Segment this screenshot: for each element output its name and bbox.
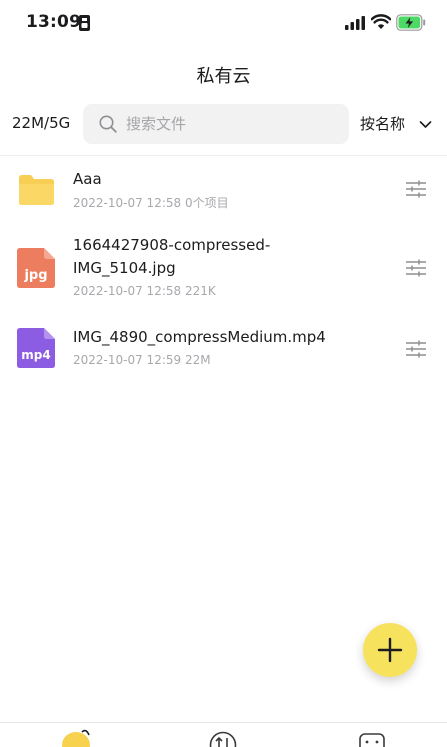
sim-card-icon: [79, 15, 90, 31]
tab-cloud[interactable]: [56, 723, 96, 747]
plus-icon: [377, 637, 403, 663]
file-meta: 2022-10-07 12:58 0个项目: [73, 196, 229, 210]
profile-tab-icon: [359, 733, 385, 747]
search-input[interactable]: [126, 104, 336, 144]
file-name: Aaa: [73, 170, 102, 188]
file-name: IMG_4890_compressMedium.mp4: [73, 328, 326, 346]
file-meta: 2022-10-07 12:59 22M: [73, 353, 211, 367]
tab-profile[interactable]: [352, 723, 392, 747]
chevron-down-icon: [419, 121, 432, 128]
phone-screen: 13:09 私有云 22M/5G 搜索文件 按名称 Aaa 2022-10-07…: [0, 0, 447, 747]
file-meta: 2022-10-07 12:58 221K: [73, 284, 216, 298]
list-item[interactable]: Aaa 2022-10-07 12:58 0个项目: [0, 156, 447, 226]
status-bar: 13:09: [0, 0, 447, 48]
tab-transfer[interactable]: [203, 723, 243, 747]
list-item[interactable]: mp4 IMG_4890_compressMedium.mp4 2022-10-…: [0, 316, 447, 386]
list-item[interactable]: jpg 1664427908-compressed- IMG_5104.jpg …: [0, 226, 447, 316]
sliders-icon[interactable]: [405, 258, 427, 278]
file-name-line-1: 1664427908-compressed-: [73, 236, 271, 254]
file-type-badge: jpg: [23, 268, 47, 283]
add-button[interactable]: [363, 623, 417, 677]
cloud-tab-icon: [62, 729, 90, 747]
battery-charging-icon: [396, 14, 426, 31]
file-name-line-2: IMG_5104.jpg: [73, 259, 176, 277]
transfer-tab-icon: [209, 731, 237, 747]
folder-icon: [19, 175, 54, 205]
sliders-icon[interactable]: [405, 339, 427, 359]
search-icon: [99, 115, 117, 133]
jpg-file-icon: jpg: [17, 248, 55, 288]
wifi-icon: [371, 14, 391, 29]
mp4-file-icon: mp4: [17, 328, 55, 368]
search-box[interactable]: [83, 104, 349, 144]
tab-bar: [0, 722, 447, 747]
storage-usage: 22M/5G: [12, 114, 71, 132]
status-time: 13:09: [26, 12, 82, 32]
sort-button[interactable]: 按名称: [358, 112, 438, 138]
page-title: 私有云: [196, 66, 251, 87]
sort-label: 按名称: [360, 115, 406, 133]
sliders-icon[interactable]: [405, 179, 427, 199]
cellular-signal-icon: [345, 16, 365, 30]
file-type-badge: mp4: [21, 348, 50, 362]
